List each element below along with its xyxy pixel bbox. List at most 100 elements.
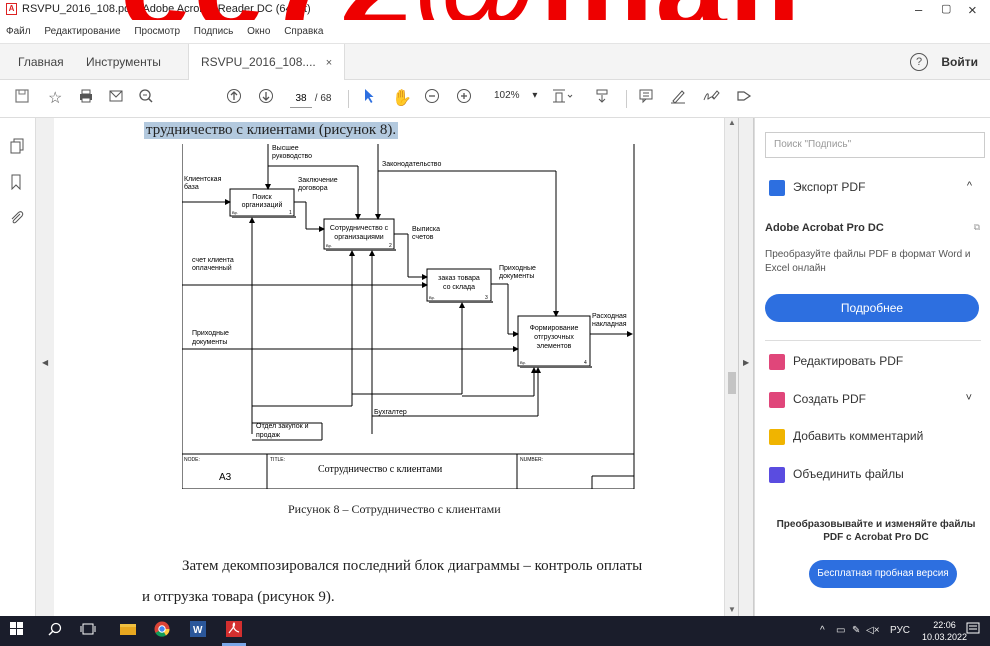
clock-time: 22:06 xyxy=(933,620,956,630)
chrome-icon[interactable] xyxy=(154,621,170,641)
help-icon[interactable]: ? xyxy=(910,53,928,71)
tab-tools[interactable]: Инструменты xyxy=(86,44,161,80)
mech-purchase-dept-1: Отдел закупок и xyxy=(256,423,309,430)
combine-icon xyxy=(769,466,785,483)
menu-sign[interactable]: Подпись xyxy=(194,20,234,44)
tool-create-pdf[interactable]: Создать PDF xyxy=(769,388,866,410)
scroll-mode-icon[interactable] xyxy=(594,88,610,110)
arrow-contract-1: Заключение xyxy=(298,177,338,184)
zoom-in-icon[interactable] xyxy=(456,88,472,110)
menu-window[interactable]: Окно xyxy=(247,20,270,44)
arrow-waybill-1: Расходная xyxy=(592,313,627,320)
acrobat-taskbar-icon[interactable] xyxy=(226,621,242,641)
next-page-icon[interactable] xyxy=(258,88,274,110)
tray-network-icon[interactable]: ▭ xyxy=(836,625,845,636)
word-icon[interactable]: W xyxy=(190,621,206,641)
copy-icon[interactable]: ⧉ xyxy=(974,222,980,233)
save-icon[interactable] xyxy=(14,88,30,110)
tab-document[interactable]: RSVPU_2016_108.... × xyxy=(188,44,346,80)
svg-text:Поиск: Поиск xyxy=(252,194,272,201)
input-incoming-docs-2: документы xyxy=(192,339,227,346)
highlighted-paragraph: трудничество с клиентами (рисунок 8). xyxy=(144,122,399,139)
tool-combine-files[interactable]: Объединить файлы xyxy=(769,463,904,485)
task-view-icon[interactable] xyxy=(80,621,96,641)
hand-tool-icon[interactable]: ✋ xyxy=(392,88,412,110)
tray-volume-icon[interactable]: ◁× xyxy=(866,625,880,636)
pdf-page: трудничество с клиентами (рисунок 8). NO… xyxy=(54,118,736,616)
tools-search-input[interactable]: Поиск "Подпись" xyxy=(765,132,985,158)
left-panel-toggle[interactable]: ◀ xyxy=(36,118,56,616)
block-1: Поиск организаций Вр. 1 xyxy=(229,188,296,218)
frame-node-label: NODE: xyxy=(184,457,200,463)
windows-taskbar: W ^ ▭ ✎ ◁× РУС 22:06 10.03.2022 xyxy=(0,616,990,646)
chevron-down-icon: ▾ xyxy=(532,90,538,101)
prev-page-icon[interactable] xyxy=(226,88,242,110)
svg-text:отгрузочных: отгрузочных xyxy=(534,334,574,341)
more-info-button[interactable]: Подробнее xyxy=(765,294,979,322)
fill-sign-icon[interactable] xyxy=(736,88,754,110)
mech-accountant: Бухгалтер xyxy=(374,409,407,416)
svg-text:3: 3 xyxy=(485,295,488,301)
export-pdf-icon xyxy=(769,179,785,196)
tray-pen-icon[interactable]: ✎ xyxy=(852,625,860,636)
taskbar-clock[interactable]: 22:06 10.03.2022 xyxy=(922,619,967,643)
tab-home[interactable]: Главная xyxy=(18,44,64,80)
start-button[interactable] xyxy=(10,621,24,641)
tray-language[interactable]: РУС xyxy=(890,625,910,636)
input-invoice-1: счет клиента xyxy=(192,257,234,264)
pen-highlight-icon[interactable] xyxy=(670,88,686,110)
svg-text:организаций: организаций xyxy=(242,201,283,209)
svg-text:заказ товара: заказ товара xyxy=(438,275,480,282)
zoom-out-icon[interactable] xyxy=(424,88,440,110)
zoom-dropdown[interactable]: 102% ▾ xyxy=(494,90,537,101)
chevron-up-icon[interactable]: ^ xyxy=(967,180,972,192)
menu-bar: Файл Редактирование Просмотр Подпись Окн… xyxy=(0,20,990,44)
right-panel-toggle[interactable]: ▶ xyxy=(738,118,754,616)
document-scrollbar[interactable]: ▲ ▼ xyxy=(724,118,738,616)
page-number-input[interactable] xyxy=(290,90,312,108)
tool-add-comment[interactable]: Добавить комментарий xyxy=(769,425,923,447)
menu-view[interactable]: Просмотр xyxy=(134,20,180,44)
signature-tool-icon[interactable] xyxy=(702,88,720,110)
signin-button[interactable]: Войти xyxy=(941,44,978,80)
scroll-down-icon[interactable]: ▼ xyxy=(728,605,736,614)
input-incoming-docs-1: Приходные xyxy=(192,330,229,337)
notifications-icon[interactable] xyxy=(966,621,980,641)
export-pdf-item[interactable]: Экспорт PDF xyxy=(769,176,865,198)
tab-close-icon[interactable]: × xyxy=(326,57,332,69)
select-cursor-icon[interactable] xyxy=(362,88,376,110)
svg-text:Вр.: Вр. xyxy=(520,360,526,365)
bookmarks-icon[interactable] xyxy=(10,174,22,194)
scroll-up-icon[interactable]: ▲ xyxy=(728,118,736,127)
chevron-down-icon[interactable]: ˅ xyxy=(966,392,972,404)
comment-tool-icon[interactable] xyxy=(638,88,654,110)
svg-text:2: 2 xyxy=(389,243,392,249)
page-fit-icon[interactable] xyxy=(552,88,574,110)
attachments-icon[interactable] xyxy=(10,210,24,230)
menu-edit[interactable]: Редактирование xyxy=(44,20,120,44)
close-window-button[interactable]: × xyxy=(968,2,977,19)
print-icon[interactable] xyxy=(78,88,94,110)
acrobat-app-icon: A xyxy=(6,3,17,15)
file-explorer-icon[interactable] xyxy=(120,621,136,641)
minimize-button[interactable]: – xyxy=(915,2,922,17)
tray-chevron-up-icon[interactable]: ^ xyxy=(820,625,825,636)
email-icon[interactable] xyxy=(108,88,124,110)
free-trial-button[interactable]: Бесплатная пробная версия xyxy=(809,560,957,588)
menu-file[interactable]: Файл xyxy=(6,20,31,44)
zoom-search-icon[interactable] xyxy=(138,88,154,110)
frame-number-label: NUMBER: xyxy=(520,457,543,463)
zoom-value: 102% xyxy=(494,90,520,101)
page-thumbnails-icon[interactable] xyxy=(10,138,24,158)
tool-edit-pdf[interactable]: Редактировать PDF xyxy=(769,350,903,372)
scrollbar-thumb[interactable] xyxy=(728,372,736,394)
menu-help[interactable]: Справка xyxy=(284,20,323,44)
paragraph-line-2: и отгрузка товара (рисунок 9). xyxy=(142,589,335,605)
chevron-left-icon: ◀ xyxy=(42,358,49,367)
svg-text:Формирование: Формирование xyxy=(530,325,579,332)
maximize-button[interactable]: ▢ xyxy=(941,2,951,15)
document-viewport[interactable]: ◀ трудничество с клиентами (рисунок 8). … xyxy=(36,118,738,616)
search-icon[interactable] xyxy=(48,621,62,641)
bookmark-star-icon[interactable]: ☆ xyxy=(48,88,62,110)
frame-title-label: TITLE: xyxy=(270,457,285,463)
